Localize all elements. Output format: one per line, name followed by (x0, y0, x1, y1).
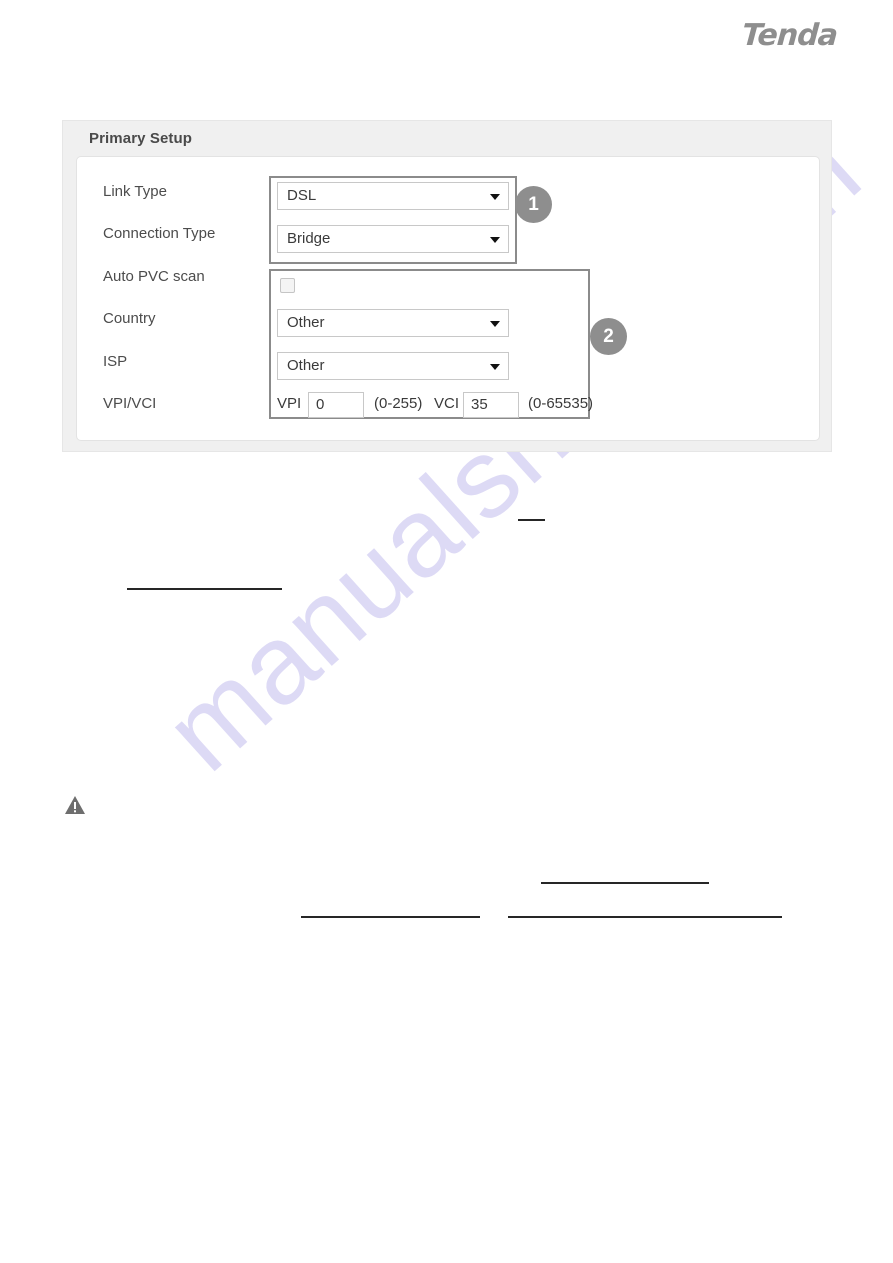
auto-pvc-scan-checkbox[interactable] (280, 278, 295, 293)
vpi-input-value: 0 (316, 396, 325, 413)
panel-header: Primary Setup (63, 121, 831, 156)
country-select[interactable]: Other (277, 309, 509, 337)
callout-badge-1: 1 (515, 186, 552, 223)
link-underline-5[interactable] (508, 916, 782, 918)
isp-select[interactable]: Other (277, 352, 509, 380)
chevron-down-icon (490, 321, 500, 327)
chevron-down-icon (490, 194, 500, 200)
label-isp: ISP (103, 353, 128, 370)
vpi-label: VPI (277, 395, 302, 412)
connection-type-select[interactable]: Bridge (277, 225, 509, 253)
vci-input-value: 35 (471, 396, 488, 413)
connection-type-value: Bridge (287, 230, 331, 247)
label-link-type: Link Type (103, 183, 167, 200)
label-auto-pvc-scan: Auto PVC scan (103, 268, 205, 285)
isp-value: Other (287, 357, 325, 374)
label-vpi-vci: VPI/VCI (103, 395, 157, 412)
vpi-range-hint: (0-255) (374, 395, 423, 412)
vci-label: VCI (434, 395, 460, 412)
chevron-down-icon (490, 237, 500, 243)
tenda-logo: Tenda (740, 18, 839, 53)
label-country: Country (103, 310, 156, 327)
link-underline-1[interactable] (518, 519, 545, 521)
tenda-logo-text: Tenda (740, 18, 839, 53)
panel-body: Link Type Connection Type Auto PVC scan … (76, 156, 820, 441)
country-value: Other (287, 314, 325, 331)
link-type-select[interactable]: DSL (277, 182, 509, 210)
link-underline-2[interactable] (127, 588, 282, 590)
link-underline-3[interactable] (541, 882, 709, 884)
label-connection-type: Connection Type (103, 225, 216, 242)
link-type-value: DSL (287, 187, 317, 204)
vci-range-hint: (0-65535) (528, 395, 594, 412)
vpi-input[interactable]: 0 (308, 392, 364, 418)
link-underline-4[interactable] (301, 916, 480, 918)
vci-input[interactable]: 35 (463, 392, 519, 418)
callout-badge-2: 2 (590, 318, 627, 355)
warning-triangle-icon (64, 795, 86, 815)
primary-setup-panel: Primary Setup Link Type Connection Type … (62, 120, 832, 452)
chevron-down-icon (490, 364, 500, 370)
page-title: Primary Setup (89, 130, 193, 147)
